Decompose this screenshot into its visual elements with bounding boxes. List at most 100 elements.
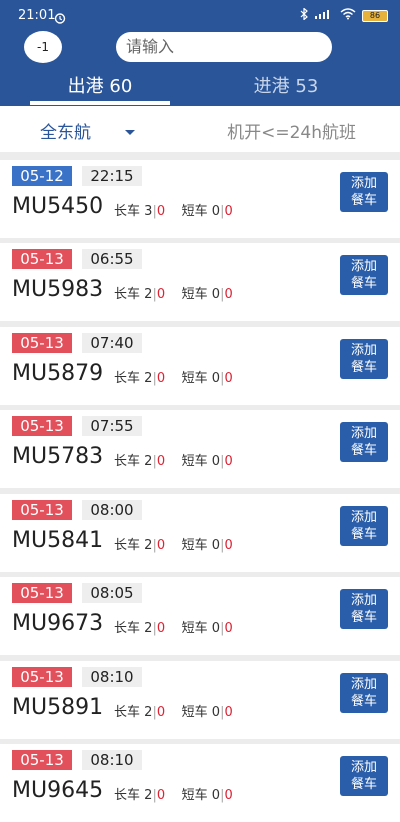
cart-stats: 长车 3|0 短车 0|0 — [114, 200, 233, 219]
add-cart-label-2: 餐车 — [350, 276, 377, 291]
long-cart-done: 0 — [156, 287, 166, 302]
add-cart-button[interactable]: 添加 餐车 — [340, 255, 388, 295]
cart-stats: 长车 2|0 短车 0|0 — [114, 283, 233, 302]
date-badge: 05-13 — [12, 667, 72, 687]
airline-filter[interactable]: 全东航 — [40, 118, 91, 143]
long-cart-label: 长车 — [114, 454, 141, 469]
add-cart-label-1: 添加 — [350, 259, 377, 274]
flight-number: MU5783 — [12, 444, 104, 469]
date-badge: 05-13 — [12, 416, 72, 436]
short-cart-label: 短车 — [181, 788, 208, 803]
time-badge: 08:00 — [82, 500, 142, 520]
filter-bar: 全东航 机开<=24h航班 — [0, 106, 400, 152]
flight-number: MU5450 — [12, 194, 104, 219]
long-cart-done: 0 — [156, 371, 166, 386]
add-cart-label-2: 餐车 — [350, 777, 377, 792]
date-badge: 05-13 — [12, 583, 72, 603]
time-badge: 07:40 — [82, 333, 142, 353]
flight-number: MU5841 — [12, 528, 104, 553]
add-cart-label-1: 添加 — [350, 593, 377, 608]
add-cart-label-1: 添加 — [350, 426, 377, 441]
flight-card[interactable]: 05-13 08:05 MU9673 长车 2|0 短车 0|0 添加餐车 — [0, 577, 400, 655]
add-cart-label-1: 添加 — [350, 176, 377, 191]
date-badge: 05-13 — [12, 333, 72, 353]
cart-stats: 长车 2|0 短车 0|0 — [114, 534, 233, 553]
short-cart-label: 短车 — [181, 454, 208, 469]
time-badge: 22:15 — [82, 166, 142, 186]
long-cart-label: 长车 — [114, 371, 141, 386]
short-cart-total: 0 — [211, 538, 221, 553]
flight-card[interactable]: 05-13 08:10 MU9645 长车 2|0 短车 0|0 添加 餐车 — [0, 744, 400, 822]
long-cart-label: 长车 — [114, 204, 141, 219]
time-badge: 08:10 — [82, 667, 142, 687]
flight-card[interactable]: 05-13 08:00 MU5841 长车 2|0 短车 0|0 添加 餐车 — [0, 494, 400, 572]
search-input[interactable]: 请输入 — [116, 32, 332, 62]
add-cart-button[interactable]: 添加 餐车 — [340, 756, 388, 796]
short-cart-total: 0 — [211, 705, 221, 720]
short-cart-label: 短车 — [181, 621, 208, 636]
flight-number: MU9645 — [12, 778, 104, 803]
long-cart-label: 长车 — [114, 621, 141, 636]
status-bar: 21:01 86 — [0, 0, 400, 30]
long-cart-done: 0 — [156, 204, 166, 219]
add-cart-label-2: 餐车 — [350, 443, 377, 458]
flight-card[interactable]: 05-13 06:55 MU5983 长车 2|0 短车 0|0 添加 餐车 — [0, 243, 400, 321]
alarm-icon — [54, 9, 66, 28]
short-cart-label: 短车 — [181, 538, 208, 553]
add-cart-label-2: 餐车 — [350, 527, 377, 542]
short-cart-total: 0 — [211, 621, 221, 636]
short-cart-label: 短车 — [181, 204, 208, 219]
date-badge: 05-12 — [12, 166, 72, 186]
time-window-filter[interactable]: 机开<=24h航班 — [227, 118, 356, 143]
long-cart-done: 0 — [156, 538, 166, 553]
header: 21:01 86 -1 请输入 出港 60 进港 53 — [0, 0, 400, 106]
tab-active-indicator — [30, 101, 170, 105]
add-cart-label-2: 餐车 — [350, 360, 377, 375]
add-cart-button[interactable]: 添加 餐车 — [340, 422, 388, 462]
short-cart-done: 0 — [224, 454, 233, 469]
long-cart-done: 0 — [156, 621, 166, 636]
signal-icon — [314, 8, 334, 23]
date-badge: 05-13 — [12, 249, 72, 269]
add-cart-button[interactable]: 添加 餐车 — [340, 506, 388, 546]
time-badge: 08:05 — [82, 583, 142, 603]
add-cart-label-2: 餐车 — [350, 610, 377, 625]
date-badge: 05-13 — [12, 750, 72, 770]
long-cart-done: 0 — [156, 788, 166, 803]
flight-number: MU9673 — [12, 611, 104, 636]
short-cart-label: 短车 — [181, 371, 208, 386]
add-cart-button[interactable]: 添加 餐车 — [340, 673, 388, 713]
date-badge: 05-13 — [12, 500, 72, 520]
caret-down-icon[interactable] — [124, 122, 136, 141]
bluetooth-icon — [300, 7, 308, 23]
short-cart-label: 短车 — [181, 705, 208, 720]
battery-icon: 86 — [362, 9, 388, 22]
add-cart-label-2: 餐车 — [350, 694, 377, 709]
add-cart-button[interactable]: 添加 餐车 — [340, 172, 388, 212]
add-cart-label-1: 添加 — [350, 760, 377, 775]
flight-card[interactable]: 05-12 22:15 MU5450 长车 3|0 短车 0|0 添加餐车 — [0, 160, 400, 238]
add-cart-button[interactable]: 添加 餐车 — [340, 339, 388, 379]
flight-number: MU5983 — [12, 277, 104, 302]
flight-card[interactable]: 05-13 07:55 MU5783 长车 2|0 短车 0|0 添加 餐车 — [0, 410, 400, 488]
flight-number: MU5891 — [12, 695, 104, 720]
tab-inbound[interactable]: 进港 53 — [216, 72, 356, 106]
cart-stats: 长车 2|0 短车 0|0 — [114, 367, 233, 386]
short-cart-done: 0 — [224, 621, 233, 636]
short-cart-done: 0 — [224, 204, 233, 219]
wifi-icon — [340, 8, 356, 23]
cart-stats: 长车 2|0 短车 0|0 — [114, 617, 233, 636]
add-cart-button[interactable]: 添加 餐车 — [340, 589, 388, 629]
add-cart-label-2: 餐车 — [350, 193, 377, 208]
short-cart-done: 0 — [224, 788, 233, 803]
flight-number: MU5879 — [12, 361, 104, 386]
flight-card[interactable]: 05-13 07:40 MU5879 长车 2|0 短车 0|0 添加 餐车 — [0, 327, 400, 405]
add-cart-label-1: 添加 — [350, 677, 377, 692]
back-counter-button[interactable]: -1 — [24, 31, 62, 63]
flight-card[interactable]: 05-13 08:10 MU5891 长车 2|0 短车 0|0 添加餐车 — [0, 661, 400, 739]
long-cart-done: 0 — [156, 705, 166, 720]
time-badge: 07:55 — [82, 416, 142, 436]
long-cart-done: 0 — [156, 454, 166, 469]
cart-stats: 长车 2|0 短车 0|0 — [114, 701, 233, 720]
short-cart-done: 0 — [224, 538, 233, 553]
